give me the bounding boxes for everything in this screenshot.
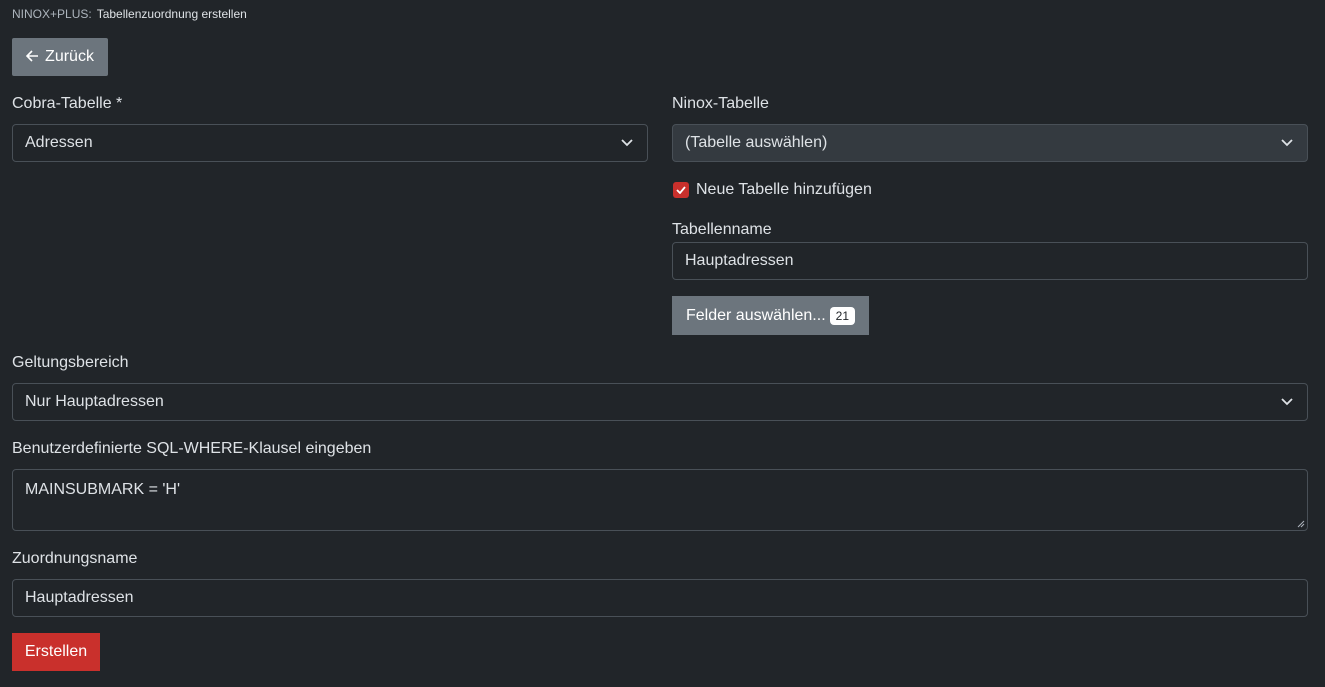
new-table-checkbox-label[interactable]: Neue Tabelle hinzufügen xyxy=(696,181,872,199)
select-fields-label: Felder auswählen... xyxy=(686,306,826,324)
back-button-label: Zurück xyxy=(45,48,94,65)
mapping-name-value: Hauptadressen xyxy=(25,589,134,606)
scope-value: Nur Hauptadressen xyxy=(25,393,164,410)
table-name-value: Hauptadressen xyxy=(685,252,794,269)
chevron-down-icon xyxy=(1281,139,1293,147)
breadcrumb-title: Tabellenzuordnung erstellen xyxy=(96,7,247,21)
sql-where-value: MAINSUBMARK = 'H' xyxy=(25,481,181,498)
new-table-checkbox[interactable] xyxy=(673,182,689,198)
breadcrumb: NINOX+PLUS: Tabellenzuordnung erstellen xyxy=(12,7,247,21)
create-button[interactable]: Erstellen xyxy=(12,633,100,671)
scope-label: Geltungsbereich xyxy=(12,354,129,371)
cobra-table-value: Adressen xyxy=(25,134,93,151)
table-name-input[interactable]: Hauptadressen xyxy=(672,242,1308,280)
checkmark-icon xyxy=(676,186,686,194)
arrow-left-icon xyxy=(25,49,39,66)
select-fields-button[interactable]: Felder auswählen... 21 xyxy=(672,296,869,335)
scope-select[interactable]: Nur Hauptadressen xyxy=(12,383,1308,421)
chevron-down-icon xyxy=(1281,398,1293,406)
ninox-table-select[interactable]: (Tabelle auswählen) xyxy=(672,124,1308,162)
resize-grip-icon[interactable] xyxy=(1297,520,1305,528)
sql-where-textarea[interactable]: MAINSUBMARK = 'H' xyxy=(12,469,1308,531)
chevron-down-icon xyxy=(621,139,633,147)
ninox-table-label: Ninox-Tabelle xyxy=(672,95,769,112)
table-name-label: Tabellenname xyxy=(672,221,772,238)
cobra-table-select[interactable]: Adressen xyxy=(12,124,648,162)
sql-where-label: Benutzerdefinierte SQL-WHERE-Klausel ein… xyxy=(12,440,372,457)
page: NINOX+PLUS: Tabellenzuordnung erstellen Z… xyxy=(0,0,1325,687)
create-button-label: Erstellen xyxy=(24,643,88,660)
cobra-table-label: Cobra-Tabelle * xyxy=(12,95,123,112)
fields-count-badge: 21 xyxy=(829,306,855,325)
mapping-name-label: Zuordnungsname xyxy=(12,550,138,567)
back-button[interactable]: Zurück xyxy=(12,38,108,76)
ninox-table-value: (Tabelle auswählen) xyxy=(685,134,828,151)
breadcrumb-app: NINOX+PLUS: xyxy=(12,7,92,21)
mapping-name-input[interactable]: Hauptadressen xyxy=(12,579,1308,617)
